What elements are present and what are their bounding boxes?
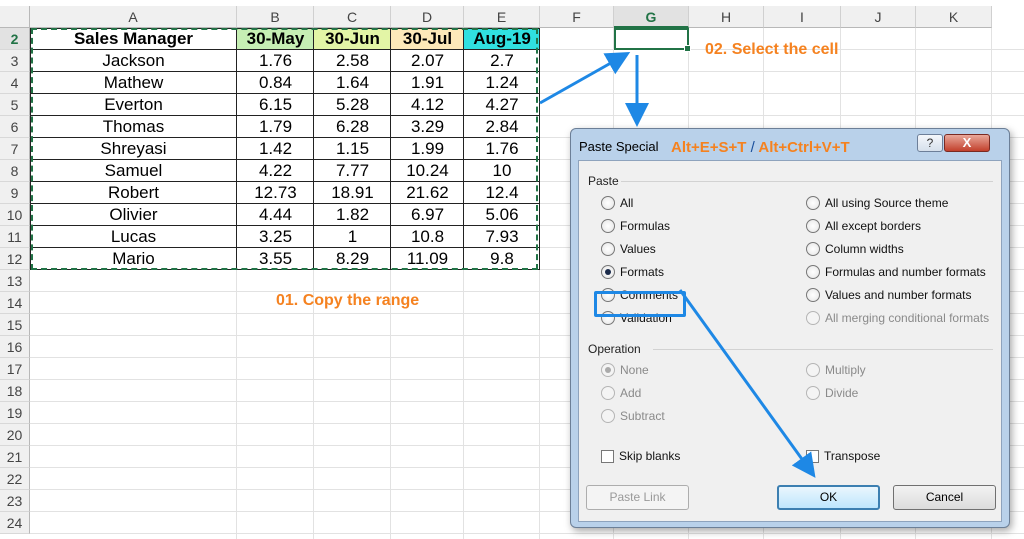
annotation-arrows <box>539 52 816 478</box>
arrow-range-to-cell <box>539 52 631 105</box>
arrow-formats-to-ok <box>678 289 816 478</box>
